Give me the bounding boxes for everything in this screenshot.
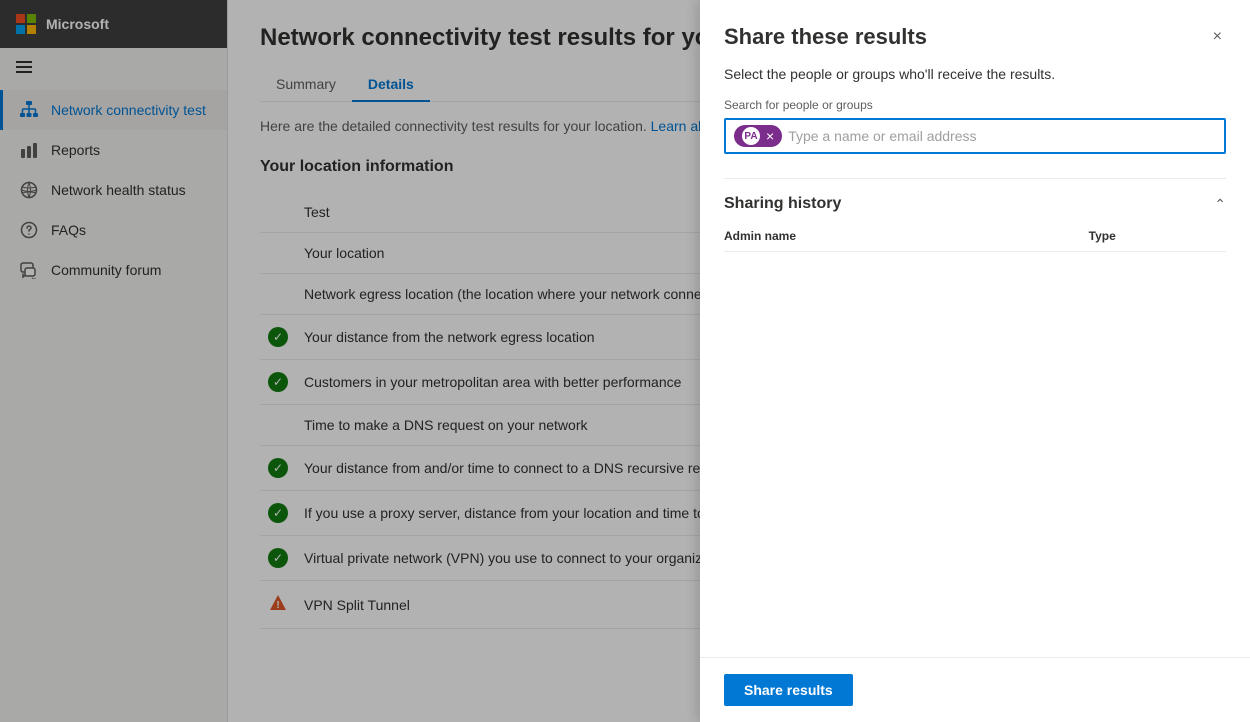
- search-label: Search for people or groups: [724, 98, 1226, 112]
- sharing-history-table: Admin name Type: [724, 221, 1226, 252]
- col-type: Type: [1089, 221, 1226, 252]
- panel-header: Share these results ×: [700, 0, 1250, 66]
- search-input[interactable]: [788, 128, 1216, 144]
- tag-avatar: PA: [742, 127, 760, 145]
- share-results-button[interactable]: Share results: [724, 674, 853, 706]
- close-button[interactable]: ×: [1209, 24, 1226, 50]
- panel-title: Share these results: [724, 24, 927, 50]
- sharing-history-toggle[interactable]: Sharing history ⌃: [724, 178, 1226, 221]
- panel-body: Select the people or groups who'll recei…: [700, 66, 1250, 657]
- tag-close[interactable]: ×: [766, 128, 774, 144]
- sharing-history-title: Sharing history: [724, 195, 841, 213]
- search-field[interactable]: PA ×: [724, 118, 1226, 154]
- chevron-up-icon: ⌃: [1214, 196, 1226, 213]
- person-tag: PA ×: [734, 125, 782, 147]
- panel-description: Select the people or groups who'll recei…: [724, 66, 1226, 82]
- share-panel: Share these results × Select the people …: [700, 0, 1250, 722]
- panel-footer: Share results: [700, 657, 1250, 722]
- col-admin-name: Admin name: [724, 221, 1089, 252]
